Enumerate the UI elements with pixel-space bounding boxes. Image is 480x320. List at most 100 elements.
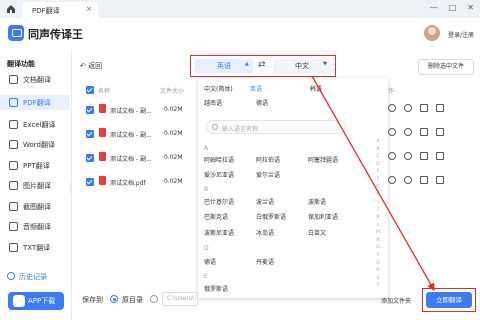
language-search-input[interactable]: 输入语言名称 (206, 120, 346, 134)
alphabet-letter[interactable]: J (374, 206, 382, 214)
folder-icon[interactable] (420, 128, 428, 136)
row-actions (388, 104, 444, 112)
language-option[interactable]: 白俄罗斯语 (256, 212, 286, 221)
save-original-radio[interactable] (110, 295, 118, 303)
preview-icon[interactable] (404, 176, 412, 184)
language-option[interactable]: 阿塞拜疆语 (308, 155, 338, 164)
alphabet-letter[interactable]: S (374, 275, 382, 283)
history-link[interactable]: 历史记录 (7, 272, 47, 282)
row-checkbox[interactable] (86, 178, 94, 186)
clock-icon (7, 272, 15, 280)
language-option[interactable]: 白苗文 (308, 228, 326, 237)
language-option[interactable]: 巴斯克语 (204, 212, 228, 221)
alphabet-letter[interactable]: N (374, 237, 382, 245)
alphabet-letter[interactable]: Q (374, 260, 382, 268)
language-option[interactable]: 巴什基尔语 (204, 197, 234, 206)
alphabet-letter[interactable]: D (374, 161, 382, 169)
language-option[interactable]: 德语 (204, 257, 216, 266)
language-option[interactable]: 波斯尼亚语 (204, 228, 234, 237)
folder-icon[interactable] (420, 176, 428, 184)
row-checkbox[interactable] (86, 130, 94, 138)
language-option[interactable]: 中文(简体) (204, 84, 233, 93)
language-option[interactable]: 越南语 (204, 98, 222, 107)
minimize-icon[interactable]: — (430, 3, 438, 12)
home-icon[interactable] (6, 4, 16, 14)
alphabet-letter[interactable]: I (374, 199, 382, 207)
avatar[interactable] (424, 25, 440, 41)
sidebar-item-word[interactable]: Word翻译 (0, 137, 70, 152)
delete-icon[interactable] (436, 152, 444, 160)
language-option[interactable]: 保加利亚语 (308, 212, 338, 221)
delete-icon[interactable] (436, 104, 444, 112)
language-option[interactable]: 爱沙尼亚语 (204, 170, 234, 179)
sidebar-item-label: 图片翻译 (23, 182, 51, 190)
alphabet-letter[interactable]: M (374, 229, 382, 237)
swap-languages-icon[interactable]: ⇄ (258, 60, 266, 70)
translate-now-button[interactable]: 立即翻译 (426, 292, 472, 308)
sidebar-item-label: Word翻译 (23, 141, 55, 149)
alphabet-letter[interactable]: A (374, 138, 382, 146)
alphabet-letter[interactable]: L (374, 222, 382, 230)
language-option[interactable]: 德语 (256, 98, 268, 107)
group-letter: B (204, 186, 209, 193)
back-button[interactable]: ↶ 返回 (80, 61, 102, 71)
row-checkbox[interactable] (86, 154, 94, 162)
alphabet-letter[interactable]: H (374, 191, 382, 199)
delete-icon[interactable] (436, 176, 444, 184)
preview-icon[interactable] (404, 104, 412, 112)
language-option[interactable]: 丹麦语 (256, 257, 274, 266)
tab-pdf-translate[interactable]: PDF翻译 × (22, 2, 98, 18)
folder-icon[interactable] (420, 104, 428, 112)
language-option[interactable]: 阿拉伯语 (256, 155, 280, 164)
row-actions (388, 152, 444, 160)
alphabet-letter[interactable]: K (374, 214, 382, 222)
language-option[interactable]: 波斯语 (308, 197, 326, 206)
alphabet-letter[interactable]: O (374, 244, 382, 252)
sidebar-item-excel[interactable]: Excel翻译 (0, 117, 70, 132)
settings-icon[interactable] (388, 128, 396, 136)
alphabet-letter[interactable]: F (374, 176, 382, 184)
alphabet-letter[interactable]: G (374, 184, 382, 192)
alphabet-letter[interactable]: E (374, 168, 382, 176)
language-option[interactable]: 阿姆哈拉语 (204, 155, 234, 164)
alphabet-letter[interactable]: B (374, 146, 382, 154)
language-option[interactable]: 冰岛语 (256, 228, 274, 237)
delete-icon[interactable] (436, 128, 444, 136)
close-tab-icon[interactable]: × (86, 5, 92, 13)
sidebar-item-doc[interactable]: 文档翻译 (0, 72, 70, 87)
close-window-icon[interactable]: ✕ (467, 3, 474, 12)
alphabet-letter[interactable]: R (374, 267, 382, 275)
language-option[interactable]: 爱尔兰语 (256, 170, 280, 179)
select-all-checkbox[interactable] (86, 86, 94, 94)
language-option-selected[interactable]: 英语 (250, 84, 262, 93)
save-custom-radio[interactable] (150, 295, 158, 303)
file-name: 测试文档 - 副... (110, 132, 152, 139)
settings-icon[interactable] (388, 176, 396, 184)
delete-selected-button[interactable]: 删除选中文件 (418, 59, 474, 75)
settings-icon[interactable] (388, 152, 396, 160)
alphabet-letter[interactable]: P (374, 252, 382, 260)
settings-icon[interactable] (388, 104, 396, 112)
alphabet-letter[interactable]: C (374, 153, 382, 161)
sidebar-item-label: Excel翻译 (23, 121, 56, 129)
pdf-file-icon (99, 152, 106, 161)
sidebar-item-screenshot[interactable]: 截图翻译 (0, 199, 70, 214)
output-path-field[interactable]: C:\Users\ (162, 292, 198, 306)
sidebar-item-audio[interactable]: 音频翻译 (0, 219, 70, 234)
preview-icon[interactable] (404, 152, 412, 160)
app-download-button[interactable]: APP下载 (8, 292, 64, 310)
ppt-icon (9, 161, 18, 170)
login-register-link[interactable]: 登录/注册 (448, 30, 474, 39)
sidebar-item-image[interactable]: 图片翻译 (0, 178, 70, 193)
sidebar-item-pdf[interactable]: PDF翻译 (0, 95, 70, 110)
add-folder-button[interactable]: 添加文件夹 (381, 296, 411, 305)
maximize-icon[interactable]: □ (449, 3, 457, 12)
language-option[interactable]: 韩语 (310, 84, 322, 93)
row-checkbox[interactable] (86, 106, 94, 114)
language-option[interactable]: 波兰语 (256, 197, 274, 206)
sidebar-item-ppt[interactable]: PPT翻译 (0, 158, 70, 173)
preview-icon[interactable] (404, 128, 412, 136)
folder-icon[interactable] (420, 152, 428, 160)
row-actions (388, 176, 444, 184)
sidebar-item-txt[interactable]: TXT翻译 (0, 240, 70, 255)
